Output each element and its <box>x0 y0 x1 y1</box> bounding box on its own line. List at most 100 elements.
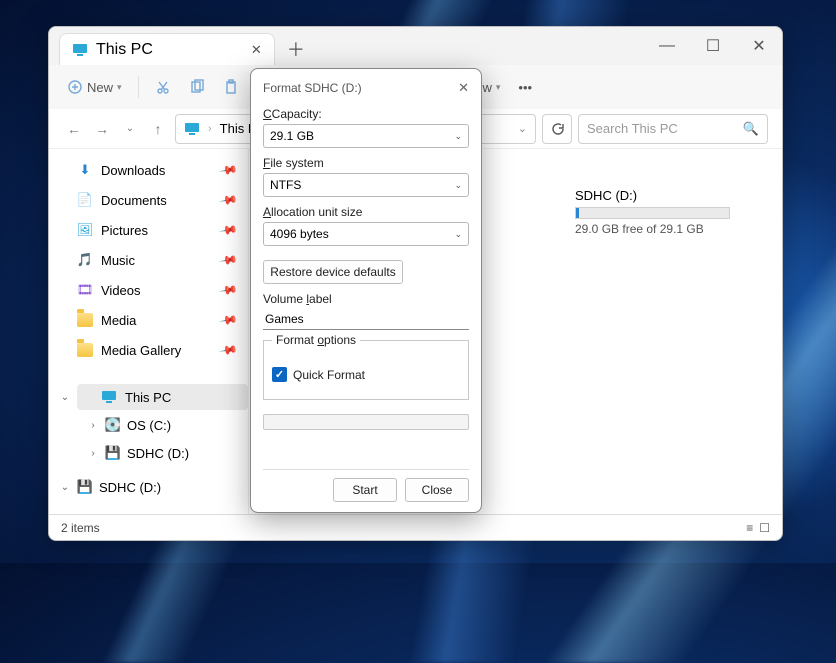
capacity-value: 29.1 GB <box>270 129 314 143</box>
recent-locations-button[interactable]: ⌄ <box>119 118 141 140</box>
start-label: Start <box>352 483 377 497</box>
sidebar-item-media[interactable]: Media 📌 <box>49 305 248 335</box>
format-dialog: Format SDHC (D:) ✕ CCapacity: 29.1 GB ⌄ … <box>250 68 482 513</box>
cut-button[interactable] <box>147 71 179 103</box>
copy-button[interactable] <box>181 71 213 103</box>
filesystem-select[interactable]: NTFS ⌄ <box>263 173 469 197</box>
copy-icon <box>189 79 205 95</box>
refresh-icon <box>550 122 564 136</box>
sidebar-label: OS (C:) <box>127 418 171 433</box>
sidebar-label: This PC <box>125 390 171 405</box>
document-icon: 📄 <box>77 192 93 208</box>
sidebar-label: Downloads <box>101 163 165 178</box>
window-controls: — ☐ ✕ <box>644 27 782 65</box>
new-button[interactable]: New ▾ <box>59 71 130 103</box>
sidebar-item-sdhc-d[interactable]: › 💾 SDHC (D:) <box>49 439 248 467</box>
capacity-label-text: Capacity: <box>272 107 322 121</box>
sidebar-item-videos[interactable]: 🎞 Videos 📌 <box>49 275 248 305</box>
format-progress-bar <box>263 414 469 430</box>
sidebar-item-sdhc-d-root[interactable]: ⌄ 💾 SDHC (D:) <box>49 473 248 501</box>
new-tab-button[interactable]: ＋ <box>281 34 311 64</box>
chevron-down-icon[interactable]: ⌄ <box>59 392 71 403</box>
close-button[interactable]: ✕ <box>736 27 782 65</box>
allocation-unit-value: 4096 bytes <box>270 227 329 241</box>
search-input[interactable]: Search This PC 🔍 <box>578 114 768 144</box>
sidebar-item-this-pc[interactable]: ⌄ This PC <box>49 383 248 411</box>
sidebar-label: Pictures <box>101 223 148 238</box>
sidebar-label: Music <box>101 253 135 268</box>
capacity-label: CCapacity: <box>263 107 469 121</box>
folder-icon <box>77 342 93 358</box>
chevron-down-icon: ⌄ <box>454 180 462 191</box>
restore-defaults-label: Restore device defaults <box>270 265 395 279</box>
sidebar-item-media-gallery[interactable]: Media Gallery 📌 <box>49 335 248 365</box>
back-button[interactable]: ← <box>63 118 85 140</box>
chevron-down-icon: ⌄ <box>454 229 462 240</box>
new-label: New <box>87 80 113 95</box>
allocation-unit-select[interactable]: 4096 bytes ⌄ <box>263 222 469 246</box>
sidebar: ⬇ Downloads 📌 📄 Documents 📌 🖼 Pictures 📌… <box>49 149 249 514</box>
pin-icon: 📌 <box>218 250 238 270</box>
pin-icon: 📌 <box>218 340 238 360</box>
sidebar-item-pictures[interactable]: 🖼 Pictures 📌 <box>49 215 248 245</box>
pin-icon: 📌 <box>218 160 238 180</box>
up-button[interactable]: ↑ <box>147 118 169 140</box>
sidebar-item-documents[interactable]: 📄 Documents 📌 <box>49 185 248 215</box>
pictures-icon: 🖼 <box>77 222 93 238</box>
more-button[interactable]: ••• <box>510 71 540 103</box>
download-icon: ⬇ <box>77 162 93 178</box>
sd-card-icon: 💾 <box>105 445 121 461</box>
sidebar-item-music[interactable]: 🎵 Music 📌 <box>49 245 248 275</box>
monitor-icon <box>72 42 88 58</box>
status-bar: 2 items ≡ ☐ <box>49 514 782 540</box>
search-placeholder: Search This PC <box>587 121 678 136</box>
start-button[interactable]: Start <box>333 478 397 502</box>
volume-label-label: Volume label <box>263 292 469 306</box>
maximize-button[interactable]: ☐ <box>690 27 736 65</box>
sidebar-label: SDHC (D:) <box>127 446 189 461</box>
details-view-button[interactable]: ≡ <box>746 521 753 535</box>
chevron-right-icon[interactable]: › <box>87 448 99 459</box>
sidebar-label: Media Gallery <box>101 343 181 358</box>
pin-icon: 📌 <box>218 220 238 240</box>
pin-icon: 📌 <box>218 280 238 300</box>
chevron-down-icon[interactable]: ⌄ <box>518 122 527 135</box>
tab-this-pc[interactable]: This PC ✕ <box>59 33 275 65</box>
close-dialog-button[interactable]: Close <box>405 478 469 502</box>
capacity-select[interactable]: 29.1 GB ⌄ <box>263 124 469 148</box>
tab-title: This PC <box>96 41 153 59</box>
sidebar-item-os-c[interactable]: › 💽 OS (C:) <box>49 411 248 439</box>
monitor-icon <box>101 389 117 405</box>
monitor-icon <box>184 121 200 137</box>
filesystem-value: NTFS <box>270 178 301 192</box>
minimize-button[interactable]: — <box>644 27 690 65</box>
close-tab-icon[interactable]: ✕ <box>251 42 262 58</box>
drive-sdhc-d[interactable]: SDHC (D:) 29.0 GB free of 29.1 GB <box>575 188 775 236</box>
video-icon: 🎞 <box>77 282 93 298</box>
filesystem-label: File system <box>263 156 469 170</box>
allocation-unit-label: Allocation unit size <box>263 205 469 219</box>
tiles-view-button[interactable]: ☐ <box>759 521 770 535</box>
restore-defaults-button[interactable]: Restore device defaults <box>263 260 403 284</box>
sd-card-icon: 💾 <box>77 479 93 495</box>
format-options-group: Format options ✓ Quick Format <box>263 340 469 400</box>
drive-icon: 💽 <box>105 417 121 433</box>
chevron-down-icon[interactable]: ⌄ <box>59 482 71 493</box>
quick-format-label: Quick Format <box>293 368 365 382</box>
chevron-right-icon: › <box>208 123 212 135</box>
sidebar-item-downloads[interactable]: ⬇ Downloads 📌 <box>49 155 248 185</box>
forward-button[interactable]: → <box>91 118 113 140</box>
chevron-right-icon[interactable]: › <box>87 420 99 431</box>
search-icon: 🔍 <box>743 121 759 137</box>
refresh-button[interactable] <box>542 114 572 144</box>
close-label: Close <box>422 483 453 497</box>
scissors-icon <box>155 79 171 95</box>
capacity-bar <box>575 207 730 219</box>
volume-label-input[interactable] <box>263 308 469 330</box>
titlebar: This PC ✕ ＋ — ☐ ✕ <box>49 27 782 65</box>
dialog-close-button[interactable]: ✕ <box>458 80 469 96</box>
sidebar-label: Videos <box>101 283 141 298</box>
paste-button[interactable] <box>215 71 247 103</box>
quick-format-checkbox[interactable]: ✓ Quick Format <box>272 367 460 382</box>
chevron-down-icon: ⌄ <box>454 131 462 142</box>
